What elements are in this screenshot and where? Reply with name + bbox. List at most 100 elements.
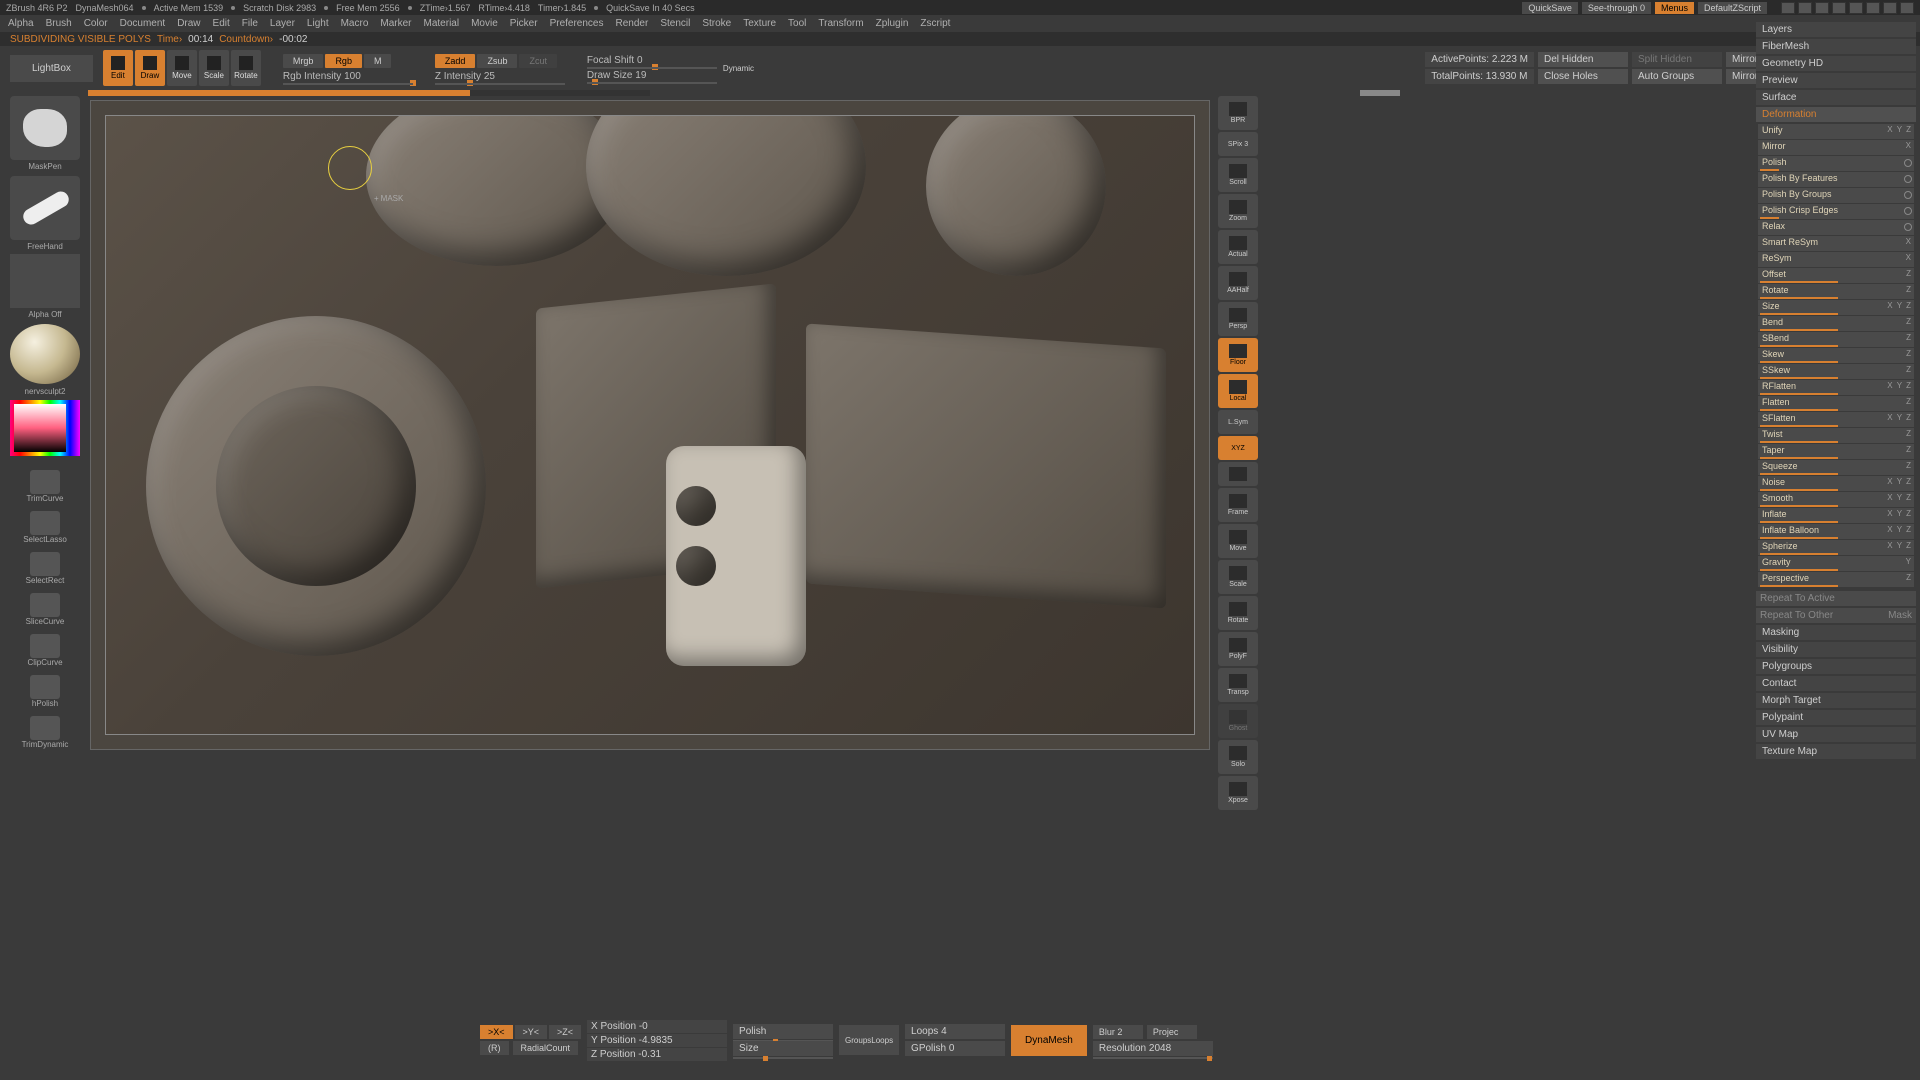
slicecurve-brush[interactable]: SliceCurve bbox=[30, 593, 60, 617]
sym-z-button[interactable]: >Z< bbox=[549, 1025, 581, 1039]
deform-flatten[interactable]: FlattenZ bbox=[1758, 396, 1914, 411]
menu-material[interactable]: Material bbox=[424, 18, 460, 29]
menu-tool[interactable]: Tool bbox=[788, 18, 806, 29]
menu-zscript[interactable]: Zscript bbox=[920, 18, 950, 29]
layout-icon[interactable] bbox=[1815, 2, 1829, 14]
polyf-button[interactable]: PolyF bbox=[1218, 632, 1258, 666]
section-surface[interactable]: Surface bbox=[1756, 90, 1916, 105]
scroll-button[interactable]: Scroll bbox=[1218, 158, 1258, 192]
section-fibermesh[interactable]: FiberMesh bbox=[1756, 39, 1916, 54]
seethrough-slider[interactable]: See-through 0 bbox=[1582, 2, 1651, 14]
m-button[interactable]: M bbox=[364, 54, 392, 68]
deform-polish-by-features[interactable]: Polish By Features bbox=[1758, 172, 1914, 187]
blur-slider[interactable]: Blur 2 bbox=[1093, 1025, 1143, 1039]
quicksave-button[interactable]: QuickSave bbox=[1522, 2, 1578, 14]
menu-light[interactable]: Light bbox=[307, 18, 329, 29]
deform-offset[interactable]: OffsetZ bbox=[1758, 268, 1914, 283]
radial-r-button[interactable]: (R) bbox=[480, 1041, 509, 1055]
draw-mode-button[interactable]: Draw bbox=[135, 50, 165, 86]
vp-rotate-button[interactable]: Rotate bbox=[1218, 596, 1258, 630]
hpolish-brush[interactable]: hPolish bbox=[30, 675, 60, 699]
repeat-active-button[interactable]: Repeat To Active bbox=[1756, 591, 1916, 606]
menu-file[interactable]: File bbox=[242, 18, 258, 29]
alpha-selector[interactable]: Alpha Off bbox=[10, 254, 80, 308]
stroke-selector[interactable]: FreeHand bbox=[10, 176, 80, 240]
deform-squeeze[interactable]: SqueezeZ bbox=[1758, 460, 1914, 475]
section-contact[interactable]: Contact bbox=[1756, 676, 1916, 691]
menu-render[interactable]: Render bbox=[616, 18, 649, 29]
menu-transform[interactable]: Transform bbox=[818, 18, 863, 29]
floor-button[interactable]: Floor bbox=[1218, 338, 1258, 372]
canvas-scrubber[interactable] bbox=[1360, 90, 1400, 96]
deform-rflatten[interactable]: RFlattenX Y Z bbox=[1758, 380, 1914, 395]
section-texturemap[interactable]: Texture Map bbox=[1756, 744, 1916, 759]
radialcount-slider[interactable]: RadialCount bbox=[513, 1041, 579, 1055]
brush-selector[interactable]: MaskPen bbox=[10, 96, 80, 160]
deform-bend[interactable]: BendZ bbox=[1758, 316, 1914, 331]
trimdynamic-brush[interactable]: TrimDynamic bbox=[30, 716, 60, 740]
deform-spherize[interactable]: SpherizeX Y Z bbox=[1758, 540, 1914, 555]
deform-sbend[interactable]: SBendZ bbox=[1758, 332, 1914, 347]
menu-edit[interactable]: Edit bbox=[213, 18, 230, 29]
mrgb-button[interactable]: Mrgb bbox=[283, 54, 324, 68]
deform-polish-by-groups[interactable]: Polish By Groups bbox=[1758, 188, 1914, 203]
deform-smart-resym[interactable]: Smart ReSymX bbox=[1758, 236, 1914, 251]
section-polypaint[interactable]: Polypaint bbox=[1756, 710, 1916, 725]
bpr-button[interactable]: BPR bbox=[1218, 96, 1258, 130]
y-position-slider[interactable]: Y Position -4.9835 bbox=[587, 1034, 727, 1047]
selectrect-brush[interactable]: SelectRect bbox=[30, 552, 60, 576]
menu-picker[interactable]: Picker bbox=[510, 18, 538, 29]
gpolish-slider[interactable]: GPolish 0 bbox=[905, 1041, 1005, 1056]
lsym-button[interactable]: L.Sym bbox=[1218, 410, 1258, 434]
vp-scale-button[interactable]: Scale bbox=[1218, 560, 1258, 594]
deform-inflate[interactable]: InflateX Y Z bbox=[1758, 508, 1914, 523]
zoom-button[interactable]: Zoom bbox=[1218, 194, 1258, 228]
auto-groups-button[interactable]: Auto Groups bbox=[1632, 69, 1722, 84]
scale-mode-button[interactable]: Scale bbox=[199, 50, 229, 86]
vp-move-button[interactable]: Move bbox=[1218, 524, 1258, 558]
deform-twist[interactable]: TwistZ bbox=[1758, 428, 1914, 443]
edit-mode-button[interactable]: Edit bbox=[103, 50, 133, 86]
section-geometryhd[interactable]: Geometry HD bbox=[1756, 56, 1916, 71]
menus-button[interactable]: Menus bbox=[1655, 2, 1694, 14]
menu-preferences[interactable]: Preferences bbox=[550, 18, 604, 29]
z-position-slider[interactable]: Z Position -0.31 bbox=[587, 1048, 727, 1061]
menu-stroke[interactable]: Stroke bbox=[702, 18, 731, 29]
maximize-icon[interactable] bbox=[1883, 2, 1897, 14]
selectlasso-brush[interactable]: SelectLasso bbox=[30, 511, 60, 535]
deform-taper[interactable]: TaperZ bbox=[1758, 444, 1914, 459]
dynamesh-button[interactable]: DynaMesh bbox=[1011, 1025, 1087, 1056]
aahalf-button[interactable]: AAHalf bbox=[1218, 266, 1258, 300]
deform-polish[interactable]: Polish bbox=[1758, 156, 1914, 171]
deform-skew[interactable]: SkewZ bbox=[1758, 348, 1914, 363]
deform-sflatten[interactable]: SFlattenX Y Z bbox=[1758, 412, 1914, 427]
material-selector[interactable]: nervsculpt2 bbox=[10, 324, 80, 384]
color-picker[interactable] bbox=[10, 400, 80, 456]
x-position-slider[interactable]: X Position -0 bbox=[587, 1020, 727, 1033]
viewport[interactable]: MASK bbox=[90, 100, 1210, 750]
layout-icon[interactable] bbox=[1798, 2, 1812, 14]
defaultzscript-button[interactable]: DefaultZScript bbox=[1698, 2, 1767, 14]
local-button[interactable]: Local bbox=[1218, 374, 1258, 408]
layout-icon[interactable] bbox=[1781, 2, 1795, 14]
polish-slider[interactable]: Polish bbox=[733, 1024, 833, 1039]
sym-x-button[interactable]: >X< bbox=[480, 1025, 513, 1039]
close-icon[interactable] bbox=[1900, 2, 1914, 14]
actual-button[interactable]: Actual bbox=[1218, 230, 1258, 264]
frame-button[interactable]: Frame bbox=[1218, 488, 1258, 522]
deform-resym[interactable]: ReSymX bbox=[1758, 252, 1914, 267]
section-uvmap[interactable]: UV Map bbox=[1756, 727, 1916, 742]
deform-mirror[interactable]: MirrorX bbox=[1758, 140, 1914, 155]
deform-size[interactable]: SizeX Y Z bbox=[1758, 300, 1914, 315]
lightbox-button[interactable]: LightBox bbox=[10, 55, 93, 82]
section-deformation[interactable]: Deformation bbox=[1756, 107, 1916, 122]
focal-shift-slider[interactable]: Focal Shift 0 bbox=[587, 54, 717, 67]
menu-layer[interactable]: Layer bbox=[270, 18, 295, 29]
menu-marker[interactable]: Marker bbox=[380, 18, 411, 29]
menu-zplugin[interactable]: Zplugin bbox=[876, 18, 909, 29]
section-layers[interactable]: Layers bbox=[1756, 22, 1916, 37]
draw-size-slider[interactable]: Draw Size 19 bbox=[587, 69, 717, 82]
menu-brush[interactable]: Brush bbox=[46, 18, 72, 29]
menu-stencil[interactable]: Stencil bbox=[660, 18, 690, 29]
move-mode-button[interactable]: Move bbox=[167, 50, 197, 86]
